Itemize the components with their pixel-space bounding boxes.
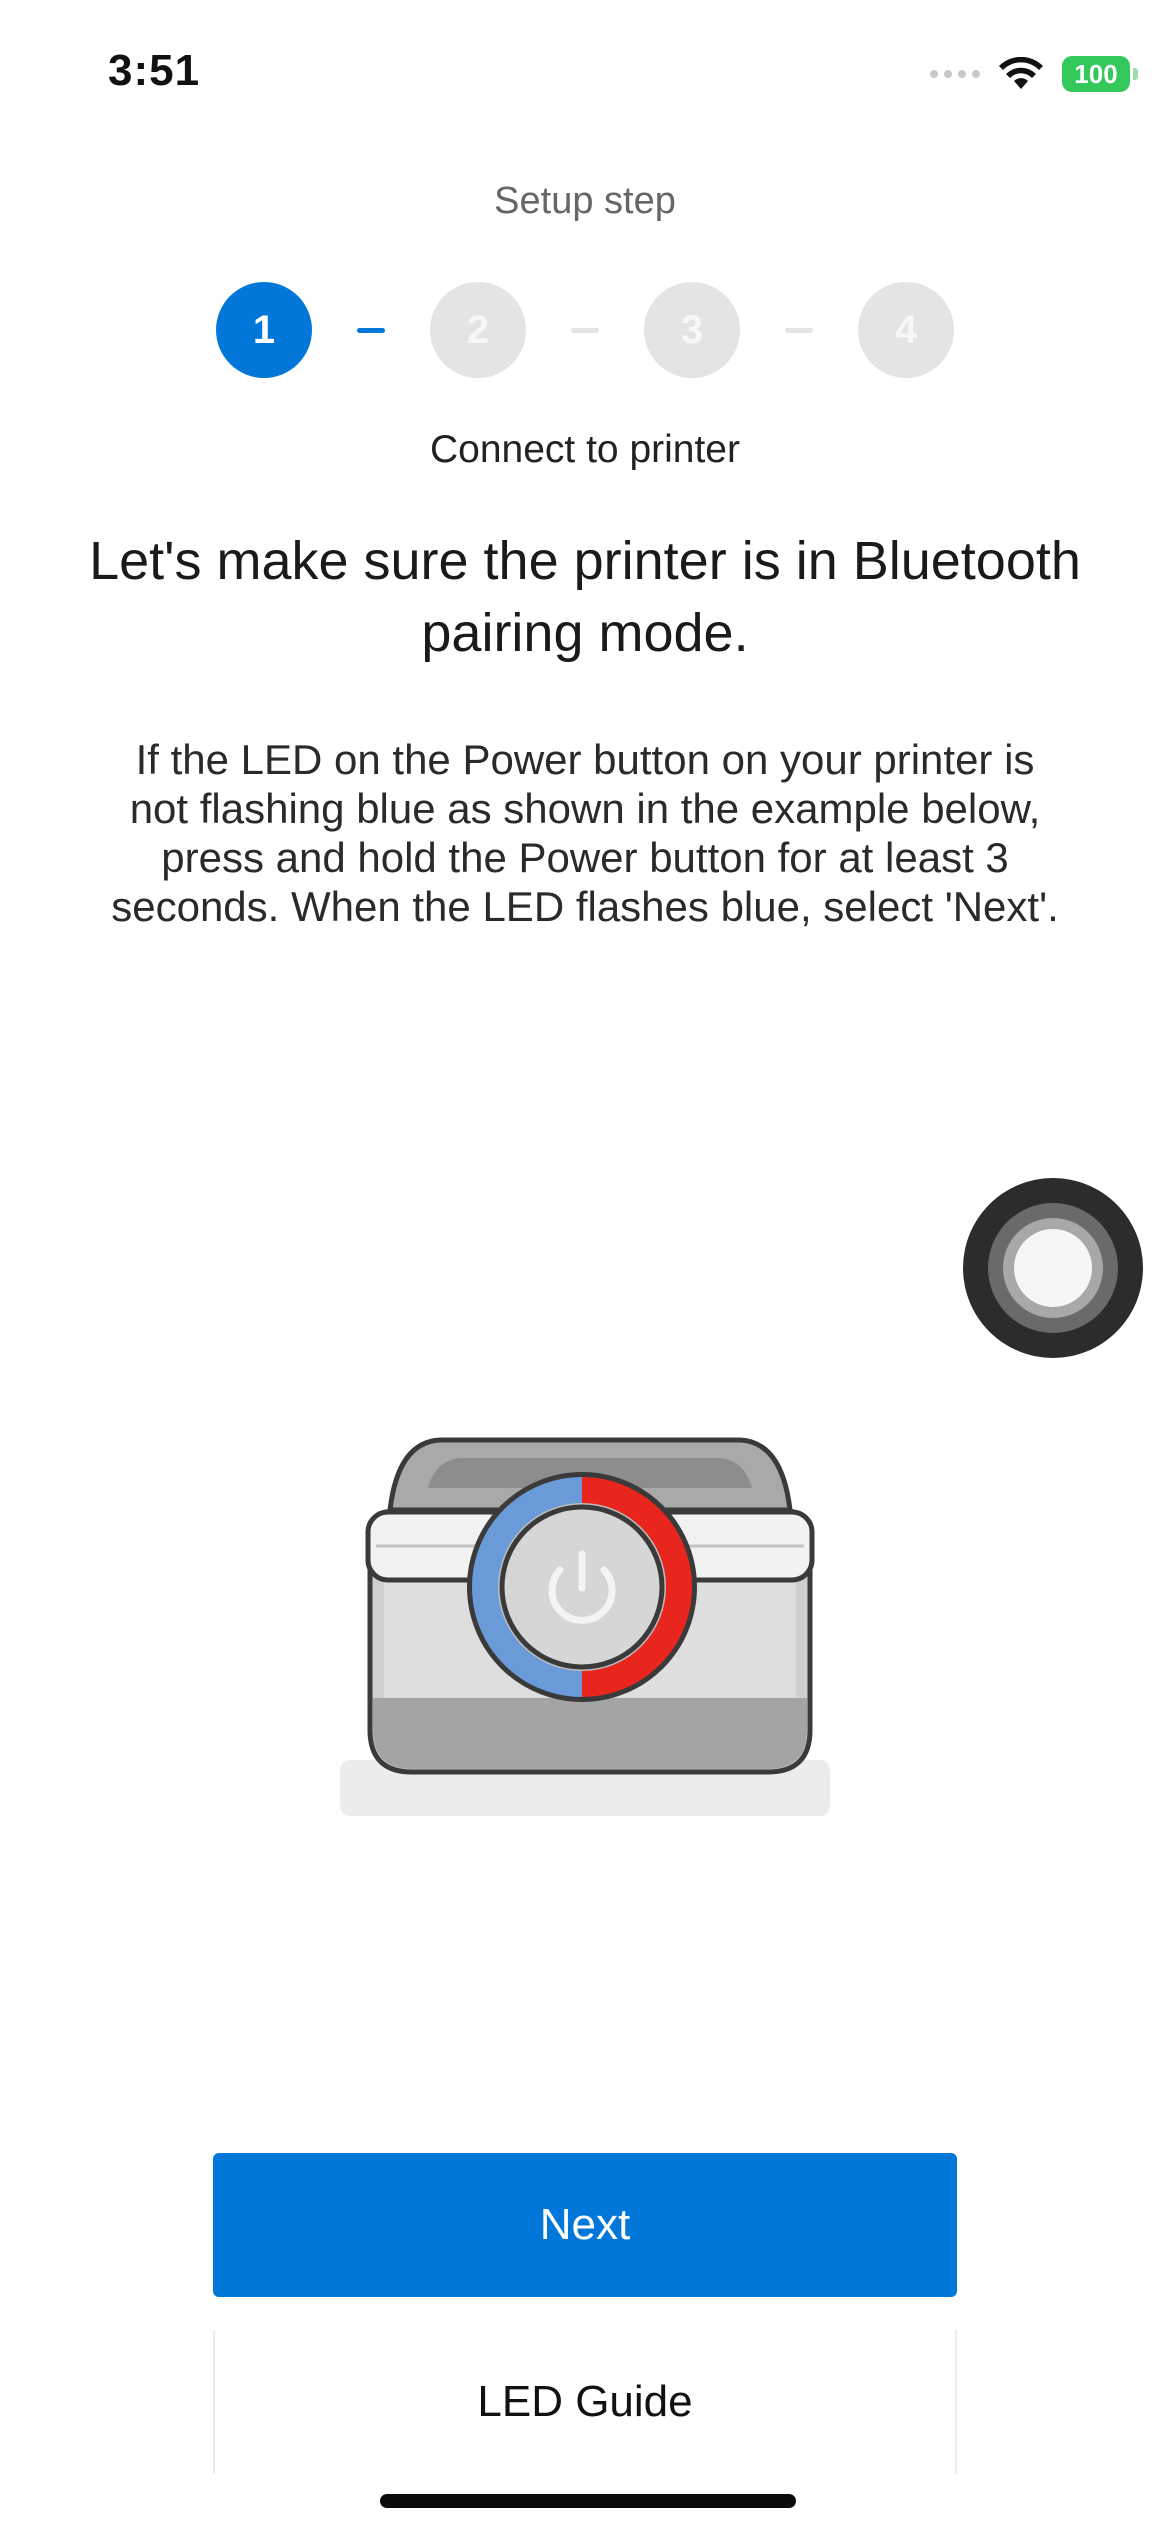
setup-stepper: 1 2 3 4 <box>0 282 1170 378</box>
headline-line-2: pairing mode. <box>421 603 749 663</box>
setup-step-label: Setup step <box>494 180 676 222</box>
led-guide-button[interactable]: LED Guide <box>213 2330 957 2474</box>
step-connector <box>357 327 385 333</box>
step-connector <box>785 327 813 333</box>
instructions-line-3: press and hold the Power button for at l… <box>161 834 1009 881</box>
instructions-line-4: seconds. When the LED flashes blue, sele… <box>111 883 1059 930</box>
step-title: Connect to printer <box>429 428 740 471</box>
step-3-indicator: 3 <box>644 282 740 378</box>
page-headline: Let's make sure the printer is in Blueto… <box>50 525 1120 669</box>
headline-line-1: Let's make sure the printer is in Blueto… <box>89 531 1081 591</box>
status-icons: 100 <box>930 52 1138 96</box>
printer-illustration <box>340 1437 830 1816</box>
instructions-line-2: not flashing blue as shown in the exampl… <box>129 785 1041 832</box>
cellular-signal-icon <box>930 70 980 78</box>
status-time: 3:51 <box>108 46 201 95</box>
battery-icon: 100 <box>1062 56 1138 92</box>
instructions-text: If the LED on the Power button on your p… <box>40 735 1130 931</box>
step-1-indicator: 1 <box>216 282 312 378</box>
home-indicator[interactable] <box>380 2494 796 2508</box>
battery-level: 100 <box>1074 58 1118 89</box>
step-2-indicator: 2 <box>430 282 526 378</box>
assistive-touch-button[interactable] <box>963 1178 1143 1358</box>
step-4-indicator: 4 <box>858 282 954 378</box>
next-button[interactable]: Next <box>213 2153 957 2297</box>
instructions-line-1: If the LED on the Power button on your p… <box>135 736 1035 783</box>
wifi-icon <box>999 57 1043 89</box>
step-connector <box>571 327 599 333</box>
